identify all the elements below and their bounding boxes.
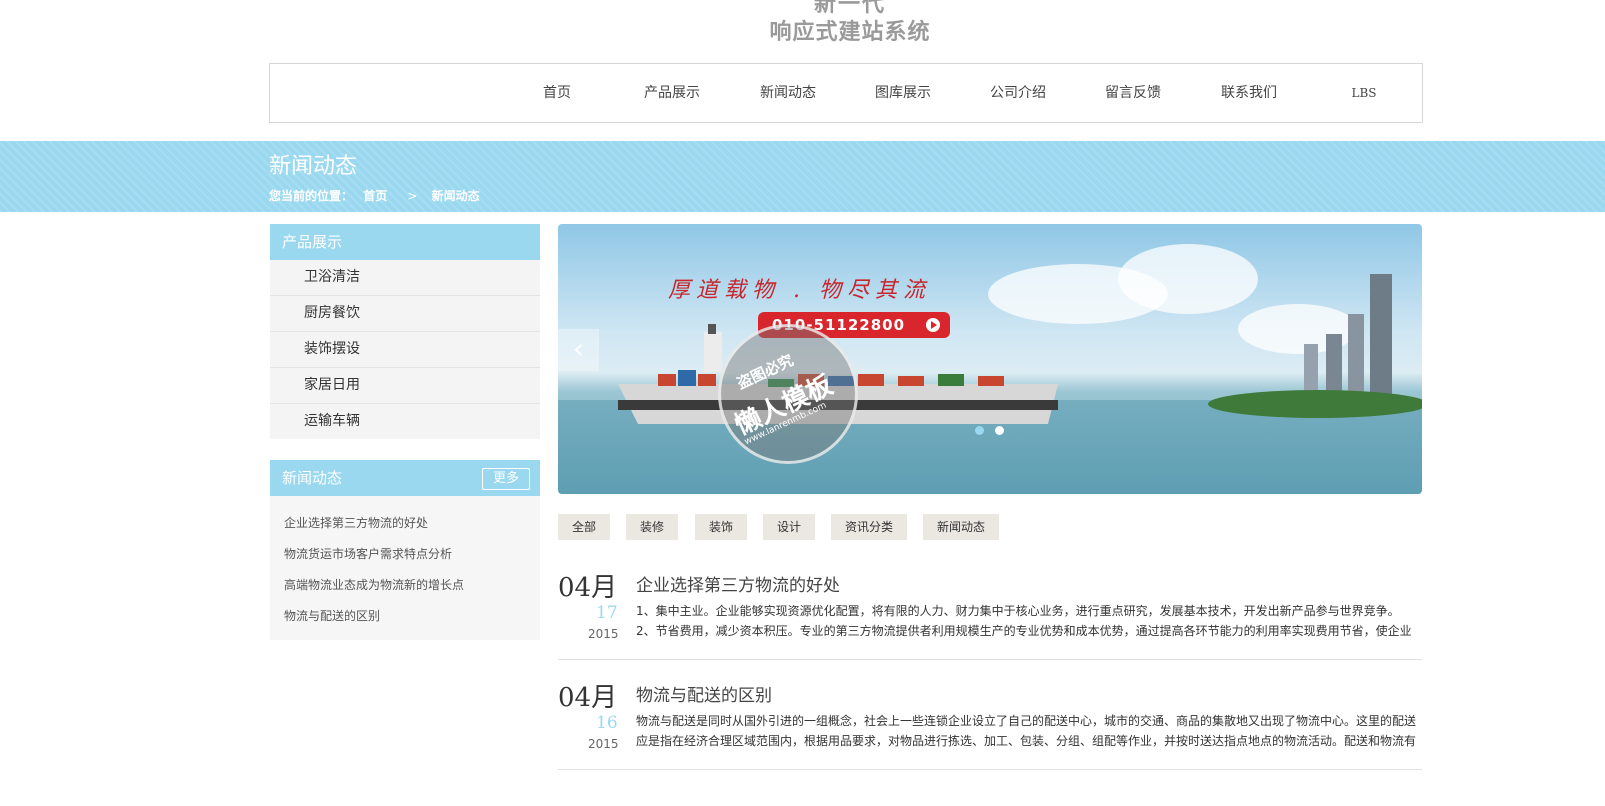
tag-decoration[interactable]: 装饰 [695, 514, 748, 540]
nav-item-contact[interactable]: 联系我们 [1199, 64, 1299, 122]
article-year: 2015 [588, 737, 619, 751]
breadcrumb-chevron-icon: > [407, 189, 418, 203]
article-excerpt: 物流与配送是同时从国外引进的一组概念，社会上一些连锁企业设立了自己的配送中心，城… [636, 714, 1417, 748]
logo-line2: 响应式建站系统 [769, 20, 931, 45]
slider-dot-1[interactable] [975, 426, 984, 435]
article-day: 17 [596, 603, 618, 623]
news-link[interactable]: 企业选择第三方物流的好处 [284, 514, 428, 531]
tag-renovation[interactable]: 装修 [626, 514, 679, 540]
news-link[interactable]: 物流货运市场客户需求特点分析 [284, 545, 452, 562]
nav-item-news[interactable]: 新闻动态 [738, 64, 838, 122]
sidebar-item-decor[interactable]: 装饰摆设 [270, 332, 540, 368]
breadcrumb-current: 新闻动态 [431, 189, 480, 203]
breadcrumb-home[interactable]: 首页 [363, 189, 387, 203]
slider-dot-2[interactable] [995, 426, 1004, 435]
watermark-seal: 盗图必究 懒人模板 www.lanrenmb.com [718, 324, 858, 464]
breadcrumb: 您当前的位置： 首页 > 新闻动态 [269, 187, 486, 204]
article-month: 04月 [558, 573, 618, 603]
article-day: 16 [596, 713, 618, 733]
nav-item-gallery[interactable]: 图库展示 [853, 64, 953, 122]
sidebar-item-bathroom[interactable]: 卫浴清洁 [270, 260, 540, 296]
slider-prev-arrow-icon[interactable]: ‹ [558, 329, 599, 371]
nav-item-lbs[interactable]: LBS [1314, 64, 1414, 122]
article-item: 04月 17 2015 企业选择第三方物流的好处 1、集中主业。企业能够实现资源… [558, 567, 1422, 660]
banner-slider[interactable]: 厚道载物 . 物尽其流 010-51122800 ‹ 盗图必究 懒人模板 www… [558, 224, 1422, 494]
article-title[interactable]: 企业选择第三方物流的好处 [636, 571, 840, 596]
article-excerpt: 1、集中主业。企业能够实现资源优化配置，将有限的人力、财力集中于核心业务，进行重… [636, 604, 1412, 638]
sidebar-news-list: 企业选择第三方物流的好处 物流货运市场客户需求特点分析 高端物流业态成为物流新的… [270, 496, 540, 640]
more-button[interactable]: 更多 [481, 468, 530, 490]
article-month: 04月 [558, 683, 618, 713]
sidebar-item-kitchen[interactable]: 厨房餐饮 [270, 296, 540, 332]
news-link[interactable]: 物流与配送的区别 [284, 607, 380, 624]
nav-item-feedback[interactable]: 留言反馈 [1083, 64, 1183, 122]
tag-info-category[interactable]: 资讯分类 [831, 514, 908, 540]
breadcrumb-label: 您当前的位置： [269, 189, 354, 203]
nav-item-products[interactable]: 产品展示 [622, 64, 722, 122]
sidebar-item-vehicles[interactable]: 运输车辆 [270, 404, 540, 439]
article-title[interactable]: 物流与配送的区别 [636, 681, 772, 706]
article-year: 2015 [588, 627, 619, 641]
play-icon [926, 318, 940, 332]
category-list: 卫浴清洁 厨房餐饮 装饰摆设 家居日用 运输车辆 [270, 260, 540, 439]
page-banner [0, 141, 1605, 212]
news-link[interactable]: 高端物流业态成为物流新的增长点 [284, 576, 464, 593]
tag-design[interactable]: 设计 [763, 514, 816, 540]
sidebar-item-household[interactable]: 家居日用 [270, 368, 540, 404]
site-logo[interactable]: 新一代 响应式建站系统 [740, 0, 960, 50]
sidebar-news-title: 新闻动态 [282, 469, 343, 487]
tag-all[interactable]: 全部 [558, 514, 611, 540]
article-item: 04月 16 2015 物流与配送的区别 物流与配送是同时从国外引进的一组概念，… [558, 677, 1422, 770]
nav-item-home[interactable]: 首页 [507, 64, 607, 122]
sidebar-news-heading: 新闻动态 更多 [270, 460, 540, 496]
nav-item-about[interactable]: 公司介绍 [968, 64, 1068, 122]
ship-scene-image [558, 274, 1422, 494]
slider-slogan: 厚道载物 . 物尽其流 [668, 278, 931, 303]
main-nav: 首页 产品展示 新闻动态 图库展示 公司介绍 留言反馈 联系我们 LBS [269, 63, 1423, 123]
tag-news[interactable]: 新闻动态 [923, 514, 1000, 540]
page-title: 新闻动态 [269, 154, 358, 179]
sidebar-products-heading: 产品展示 [270, 224, 540, 260]
